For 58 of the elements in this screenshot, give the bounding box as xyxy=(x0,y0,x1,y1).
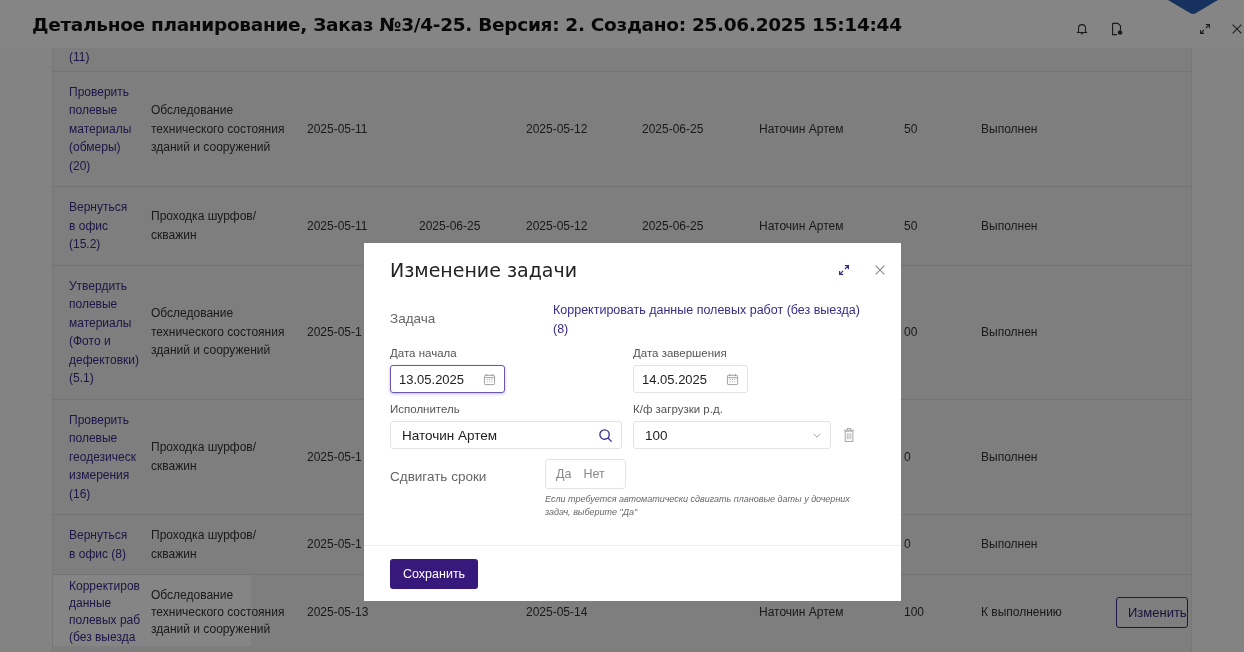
table-cell: 2025-05-14 xyxy=(526,604,588,619)
table-cell: Наточин Артем xyxy=(759,121,844,136)
table-cell: Проходка шурфов/ скважин xyxy=(151,528,257,561)
table-cell: 2025-05-1 xyxy=(307,324,362,339)
field-label: Дата завершения xyxy=(633,347,727,359)
field-label: Дата начала xyxy=(390,347,457,359)
table-cell: 2025-05-1 xyxy=(307,449,362,464)
task-link[interactable]: (11) xyxy=(69,48,151,67)
table-cell: 2025-05-1 xyxy=(307,537,362,552)
dialog-title: Изменение задачи xyxy=(390,259,579,281)
task-link[interactable]: Корректиров данные полевых раб (без выезда xyxy=(69,578,151,646)
table-cell: Наточин Артем xyxy=(759,218,844,233)
task-link[interactable]: Корректировать данные полевых работ (без выезда) (8) xyxy=(553,301,860,339)
table-cell: Проходка шурфов/ скважин xyxy=(151,209,257,242)
task-link[interactable]: Утвердить полевые материалы (Фото и дефектовки) (5.1) xyxy=(69,276,151,388)
edit-button[interactable]: Изменить xyxy=(1116,596,1188,628)
table-cell: Наточин Артем xyxy=(759,604,844,619)
date-field[interactable]: 13.05.2025 xyxy=(390,365,505,393)
table-cell: Выполнен xyxy=(981,121,1038,136)
table-cell: 50 xyxy=(904,218,918,233)
table-cell: 2025-05-12 xyxy=(526,121,588,136)
table-cell: К выполнению xyxy=(981,604,1062,619)
table-cell: Выполнен xyxy=(981,324,1038,339)
table-cell: 2025-05-11 xyxy=(307,218,368,233)
table-cell: 0 xyxy=(904,537,911,552)
load-dropdown[interactable]: 100 xyxy=(633,421,831,449)
executor-field[interactable]: Наточин Артем xyxy=(390,421,622,449)
table-cell: Обследование технического состояния зданий и сооружений xyxy=(151,306,285,358)
table-cell: 50 xyxy=(904,121,918,136)
table-cell: Обследование технического состояния зданий и сооружений xyxy=(151,587,285,636)
hint-text: Если требуется автоматически сдвигать плановые даты у дочерних задач, выберите "Да" xyxy=(545,493,851,519)
window-title: Детальное планирование, Заказ №3/4-25. Версия: 2. Создано: 25.06.2025 15:14:44 xyxy=(32,13,902,35)
table-cell: 2025-06-25 xyxy=(642,121,704,136)
table-cell: Обследование технического состояния зданий и сооружений xyxy=(151,103,285,154)
field-label: Исполнитель xyxy=(390,403,460,415)
task-link[interactable]: Вернуться в офис (8) xyxy=(69,526,151,563)
table-cell: Проходка шурфов/ скважин xyxy=(151,440,257,473)
table-cell: 100 xyxy=(904,604,925,619)
table-cell: 2025-06-25 xyxy=(642,218,704,233)
table-cell: Выполнен xyxy=(981,218,1038,233)
task-link[interactable]: Проверить полевые материалы (обмеры) (20) xyxy=(69,82,151,175)
table-cell: 2025-06-25 xyxy=(419,218,481,233)
task-link[interactable]: Проверить полевые геодезическ измерения (16) xyxy=(69,410,151,503)
field-label: Задача xyxy=(390,310,437,326)
table-cell: Выполнен xyxy=(981,537,1038,552)
date-field[interactable]: 14.05.2025 xyxy=(633,365,748,393)
table-cell: 00 xyxy=(904,324,918,339)
field-label: К/ф загрузки р.д. xyxy=(633,403,723,415)
table-cell: 2025-05-12 xyxy=(526,218,588,233)
task-link[interactable]: Вернуться в офис (15.2) xyxy=(69,198,151,254)
toggle-option[interactable]: Нет xyxy=(577,463,611,485)
save-button[interactable]: Сохранить xyxy=(390,559,479,589)
table-cell: 0 xyxy=(904,449,911,464)
table-cell: 2025-05-13 xyxy=(307,604,369,619)
table-cell: 2025-05-11 xyxy=(307,121,368,136)
field-label: Сдвигать сроки xyxy=(390,468,488,486)
toggle-option[interactable]: Да xyxy=(550,463,578,485)
table-cell: Выполнен xyxy=(981,449,1038,464)
